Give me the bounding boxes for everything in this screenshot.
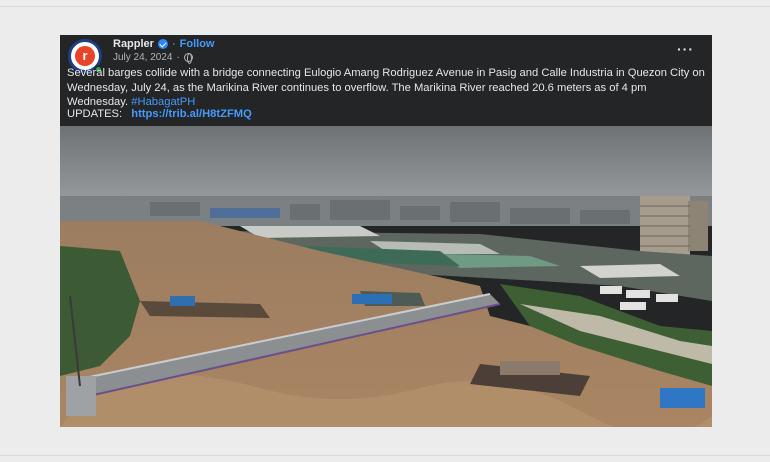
more-options-icon[interactable]: ···: [677, 41, 694, 57]
post-header: r Rappler · Follow July 24, 2024 · ···: [60, 35, 712, 74]
follow-button[interactable]: Follow: [180, 38, 215, 50]
post-meta-row: July 24, 2024 ·: [113, 52, 193, 64]
rappler-logo-icon: r: [75, 46, 95, 66]
post-caption: Several barges collide with a bridge con…: [67, 66, 707, 110]
updates-row: UPDATES: https://trib.al/H8tZFMQ: [67, 108, 252, 120]
facebook-post: r Rappler · Follow July 24, 2024 · ··· S…: [60, 35, 712, 427]
updates-link[interactable]: https://trib.al/H8tZFMQ: [131, 108, 252, 120]
bottom-divider: [0, 455, 770, 456]
top-divider: [0, 6, 770, 7]
page-name-row: Rappler · Follow: [113, 38, 214, 50]
post-date[interactable]: July 24, 2024: [113, 52, 173, 63]
sky: [60, 126, 712, 206]
updates-label: UPDATES:: [67, 108, 123, 120]
globe-icon: [183, 53, 193, 64]
tower-building: [640, 196, 708, 256]
flood-photo[interactable]: [60, 126, 712, 427]
hashtag-link[interactable]: #HabagatPH: [131, 96, 195, 108]
name-separator: ·: [171, 38, 176, 50]
date-separator: ·: [176, 52, 180, 63]
page-name-link[interactable]: Rappler: [113, 38, 154, 50]
verified-badge-icon: [157, 39, 168, 49]
